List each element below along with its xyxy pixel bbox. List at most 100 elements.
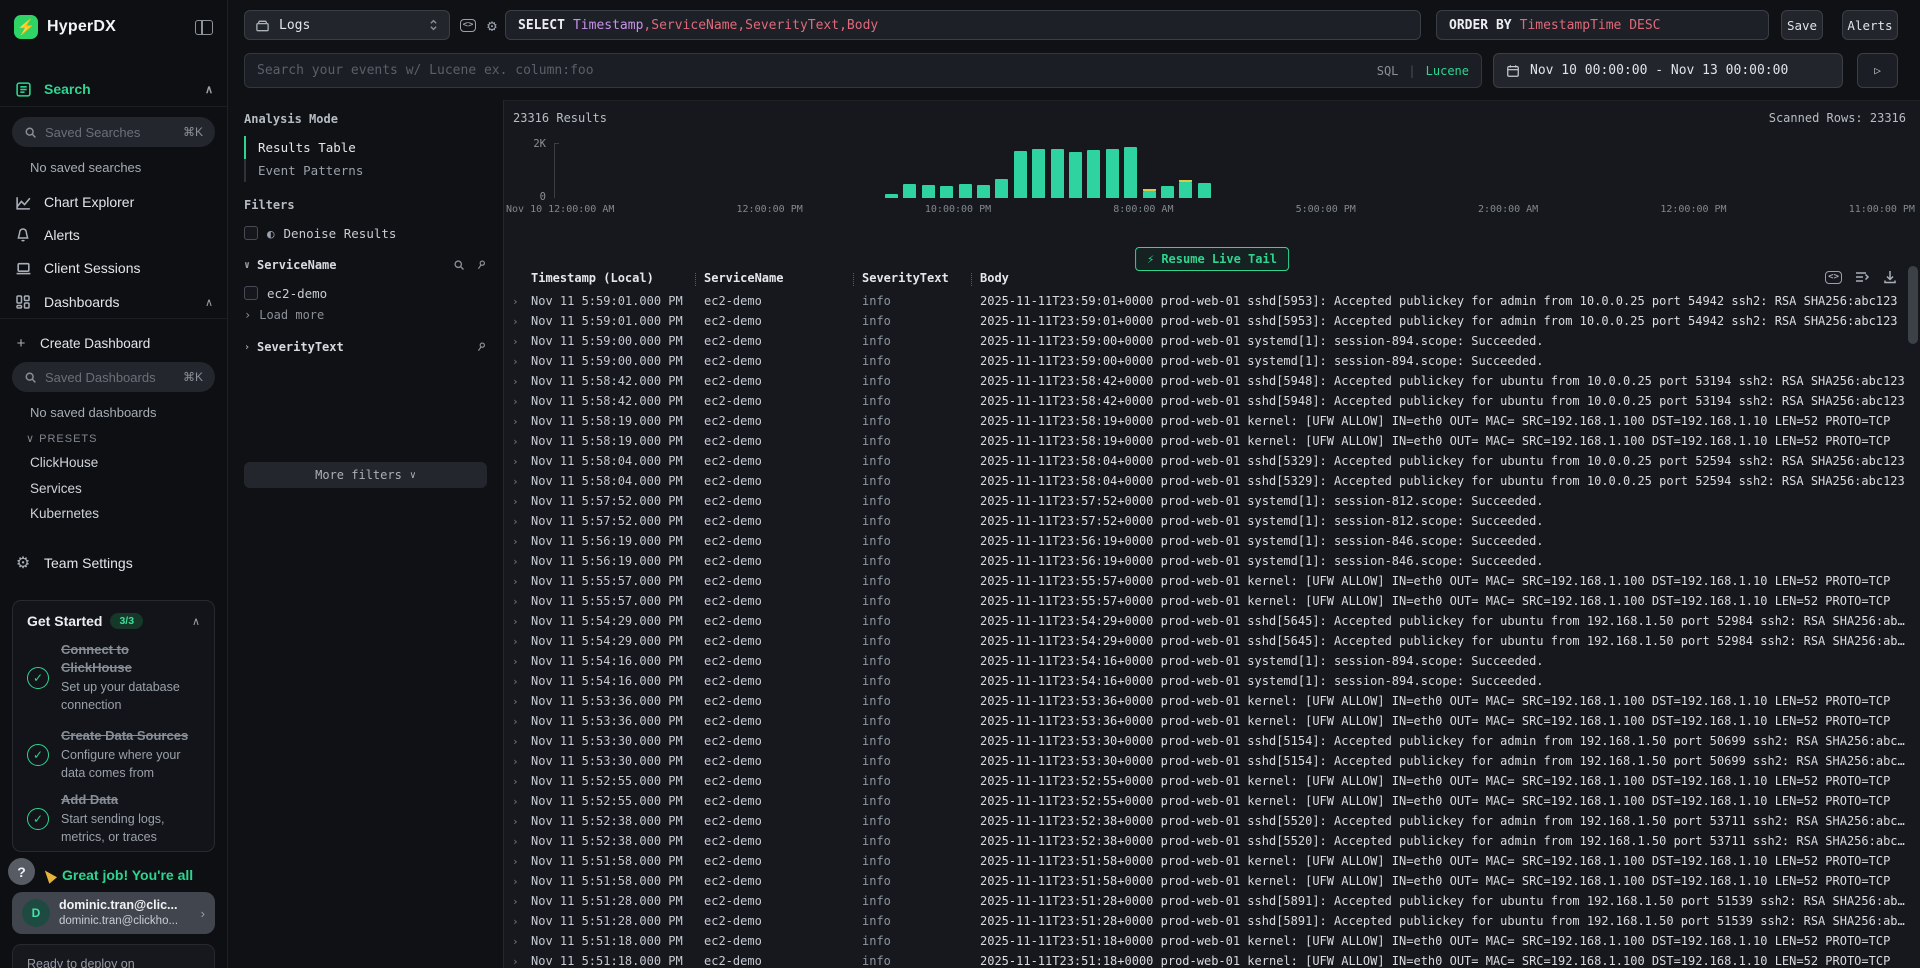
select-clause-input[interactable]: SELECT Timestamp,ServiceName,SeverityTex… — [505, 10, 1421, 40]
denoise-filter[interactable]: ◐ Denoise Results — [244, 224, 487, 242]
log-row[interactable]: ›Nov 11 5:52:38.000 PMec2-demoinfo2025-1… — [504, 811, 1906, 831]
histogram-bar[interactable] — [885, 194, 898, 198]
histogram-bar[interactable] — [1143, 189, 1156, 198]
service-checkbox[interactable] — [244, 286, 258, 300]
histogram-bar[interactable] — [995, 179, 1008, 198]
run-query-button[interactable]: ▷ — [1857, 53, 1898, 88]
sidebar-item-client-sessions[interactable]: Client Sessions — [14, 256, 213, 280]
preset-kubernetes[interactable]: Kubernetes — [30, 506, 99, 521]
preset-services[interactable]: Services — [30, 481, 82, 496]
task-create-data-sources[interactable]: ✓ Create Data Sources Configure where yo… — [27, 727, 202, 782]
log-row[interactable]: ›Nov 11 5:59:00.000 PMec2-demoinfo2025-1… — [504, 351, 1906, 371]
log-row[interactable]: ›Nov 11 5:58:04.000 PMec2-demoinfo2025-1… — [504, 471, 1906, 491]
sidebar-item-dashboards[interactable]: Dashboards ∧ — [14, 290, 213, 314]
create-dashboard-button[interactable]: + Create Dashboard — [14, 331, 213, 355]
sidebar-item-chart-explorer[interactable]: Chart Explorer — [14, 190, 213, 214]
denoise-checkbox[interactable] — [244, 226, 258, 240]
log-row[interactable]: ›Nov 11 5:55:57.000 PMec2-demoinfo2025-1… — [504, 571, 1906, 591]
time-range-picker[interactable]: Nov 10 00:00:00 - Nov 13 00:00:00 — [1493, 53, 1843, 88]
histogram-bar[interactable] — [977, 185, 990, 198]
filter-group-severitytext[interactable]: › SeverityText — [244, 338, 487, 356]
log-row[interactable]: ›Nov 11 5:58:42.000 PMec2-demoinfo2025-1… — [504, 371, 1906, 391]
log-row[interactable]: ›Nov 11 5:51:58.000 PMec2-demoinfo2025-1… — [504, 851, 1906, 871]
log-row[interactable]: ›Nov 11 5:56:19.000 PMec2-demoinfo2025-1… — [504, 551, 1906, 571]
histogram-bar[interactable] — [940, 186, 953, 198]
saved-dashboards-search[interactable]: ⌘K — [12, 362, 215, 392]
log-row[interactable]: ›Nov 11 5:58:42.000 PMec2-demoinfo2025-1… — [504, 391, 1906, 411]
col-body[interactable]: Body — [980, 271, 1906, 285]
log-row[interactable]: ›Nov 11 5:54:16.000 PMec2-demoinfo2025-1… — [504, 671, 1906, 691]
scrollbar-thumb[interactable] — [1908, 266, 1918, 344]
source-select[interactable]: Logs — [244, 10, 450, 40]
presets-section[interactable]: ∨ PRESETS — [26, 432, 97, 445]
preset-clickhouse[interactable]: ClickHouse — [30, 455, 98, 470]
log-row[interactable]: ›Nov 11 5:52:38.000 PMec2-demoinfo2025-1… — [504, 831, 1906, 851]
log-row[interactable]: ›Nov 11 5:56:19.000 PMec2-demoinfo2025-1… — [504, 531, 1906, 551]
table-scrollbar[interactable] — [1908, 266, 1918, 964]
download-button[interactable] — [1882, 269, 1898, 285]
log-row[interactable]: ›Nov 11 5:51:28.000 PMec2-demoinfo2025-1… — [504, 911, 1906, 931]
histogram-bar[interactable] — [1087, 150, 1100, 198]
source-code-button[interactable]: <> — [458, 15, 478, 35]
saved-searches-search[interactable]: ⌘K — [12, 117, 215, 147]
task-connect-clickhouse[interactable]: ✓ Connect to ClickHouse Set up your data… — [27, 641, 202, 714]
log-row[interactable]: ›Nov 11 5:52:55.000 PMec2-demoinfo2025-1… — [504, 771, 1906, 791]
histogram-bar[interactable] — [1161, 186, 1174, 198]
log-row[interactable]: ›Nov 11 5:51:58.000 PMec2-demoinfo2025-1… — [504, 871, 1906, 891]
search-icon[interactable] — [453, 259, 465, 271]
log-row[interactable]: ›Nov 11 5:51:28.000 PMec2-demoinfo2025-1… — [504, 891, 1906, 911]
sql-toggle[interactable]: SQL — [1377, 64, 1399, 78]
log-row[interactable]: ›Nov 11 5:58:04.000 PMec2-demoinfo2025-1… — [504, 451, 1906, 471]
histogram-bar[interactable] — [903, 184, 916, 198]
sidebar-item-team-settings[interactable]: ⚙ Team Settings — [14, 551, 213, 575]
histogram-bar[interactable] — [1069, 152, 1082, 198]
help-button[interactable]: ? — [8, 858, 35, 885]
pin-icon[interactable] — [473, 257, 490, 274]
event-search-input[interactable] — [257, 63, 1367, 78]
histogram-bar[interactable] — [922, 185, 935, 198]
col-timestamp[interactable]: Timestamp (Local) — [531, 271, 704, 285]
histogram-bar[interactable] — [1051, 149, 1064, 198]
log-row[interactable]: ›Nov 11 5:53:36.000 PMec2-demoinfo2025-1… — [504, 691, 1906, 711]
histogram-bar[interactable] — [1198, 183, 1211, 198]
order-by-input[interactable]: ORDER BY TimestampTime DESC — [1436, 10, 1769, 40]
histogram-bar[interactable] — [1014, 151, 1027, 198]
histogram-bar[interactable] — [959, 184, 972, 198]
chevron-up-icon[interactable]: ∧ — [205, 296, 213, 309]
log-row[interactable]: ›Nov 11 5:59:00.000 PMec2-demoinfo2025-1… — [504, 331, 1906, 351]
user-profile[interactable]: D dominic.tran@clic... dominic.tran@clic… — [12, 892, 215, 934]
more-filters-button[interactable]: More filters ∨ — [244, 462, 487, 488]
log-row[interactable]: ›Nov 11 5:59:01.000 PMec2-demoinfo2025-1… — [504, 311, 1906, 331]
log-row[interactable]: ›Nov 11 5:54:29.000 PMec2-demoinfo2025-1… — [504, 611, 1906, 631]
pin-icon[interactable] — [473, 339, 490, 356]
chevron-up-icon[interactable]: ∧ — [205, 83, 213, 96]
sidebar-item-alerts[interactable]: Alerts — [14, 223, 213, 247]
histogram-bar[interactable] — [1179, 180, 1192, 198]
histogram-bar[interactable] — [1106, 149, 1119, 198]
log-row[interactable]: ›Nov 11 5:59:01.000 PMec2-demoinfo2025-1… — [504, 291, 1906, 311]
mode-results-table[interactable]: Results Table — [244, 136, 363, 159]
log-row[interactable]: ›Nov 11 5:57:52.000 PMec2-demoinfo2025-1… — [504, 511, 1906, 531]
lucene-toggle[interactable]: Lucene — [1426, 64, 1469, 78]
save-button[interactable]: Save — [1781, 10, 1823, 40]
log-row[interactable]: ›Nov 11 5:54:29.000 PMec2-demoinfo2025-1… — [504, 631, 1906, 651]
sidebar-collapse-icon[interactable] — [195, 20, 213, 35]
log-row[interactable]: ›Nov 11 5:53:30.000 PMec2-demoinfo2025-1… — [504, 751, 1906, 771]
log-row[interactable]: ›Nov 11 5:54:16.000 PMec2-demoinfo2025-1… — [504, 651, 1906, 671]
saved-searches-input[interactable] — [45, 125, 175, 140]
log-row[interactable]: ›Nov 11 5:57:52.000 PMec2-demoinfo2025-1… — [504, 491, 1906, 511]
event-search[interactable]: SQL | Lucene — [244, 53, 1482, 88]
alerts-button[interactable]: Alerts — [1842, 10, 1898, 40]
saved-dashboards-input[interactable] — [45, 370, 175, 385]
col-servicename[interactable]: ServiceName — [704, 271, 862, 285]
load-more-button[interactable]: › Load more — [244, 308, 324, 322]
sidebar-item-search[interactable]: Search ∧ — [14, 77, 213, 101]
filter-group-servicename[interactable]: ∨ ServiceName — [244, 256, 487, 274]
log-row[interactable]: ›Nov 11 5:58:19.000 PMec2-demoinfo2025-1… — [504, 431, 1906, 451]
view-source-button[interactable]: <> — [1825, 271, 1842, 284]
expand-rows-button[interactable] — [1854, 269, 1870, 285]
mode-event-patterns[interactable]: Event Patterns — [246, 159, 363, 182]
histogram-bar[interactable] — [1124, 147, 1137, 198]
log-row[interactable]: ›Nov 11 5:55:57.000 PMec2-demoinfo2025-1… — [504, 591, 1906, 611]
source-settings-button[interactable]: ⚙ — [482, 15, 502, 35]
